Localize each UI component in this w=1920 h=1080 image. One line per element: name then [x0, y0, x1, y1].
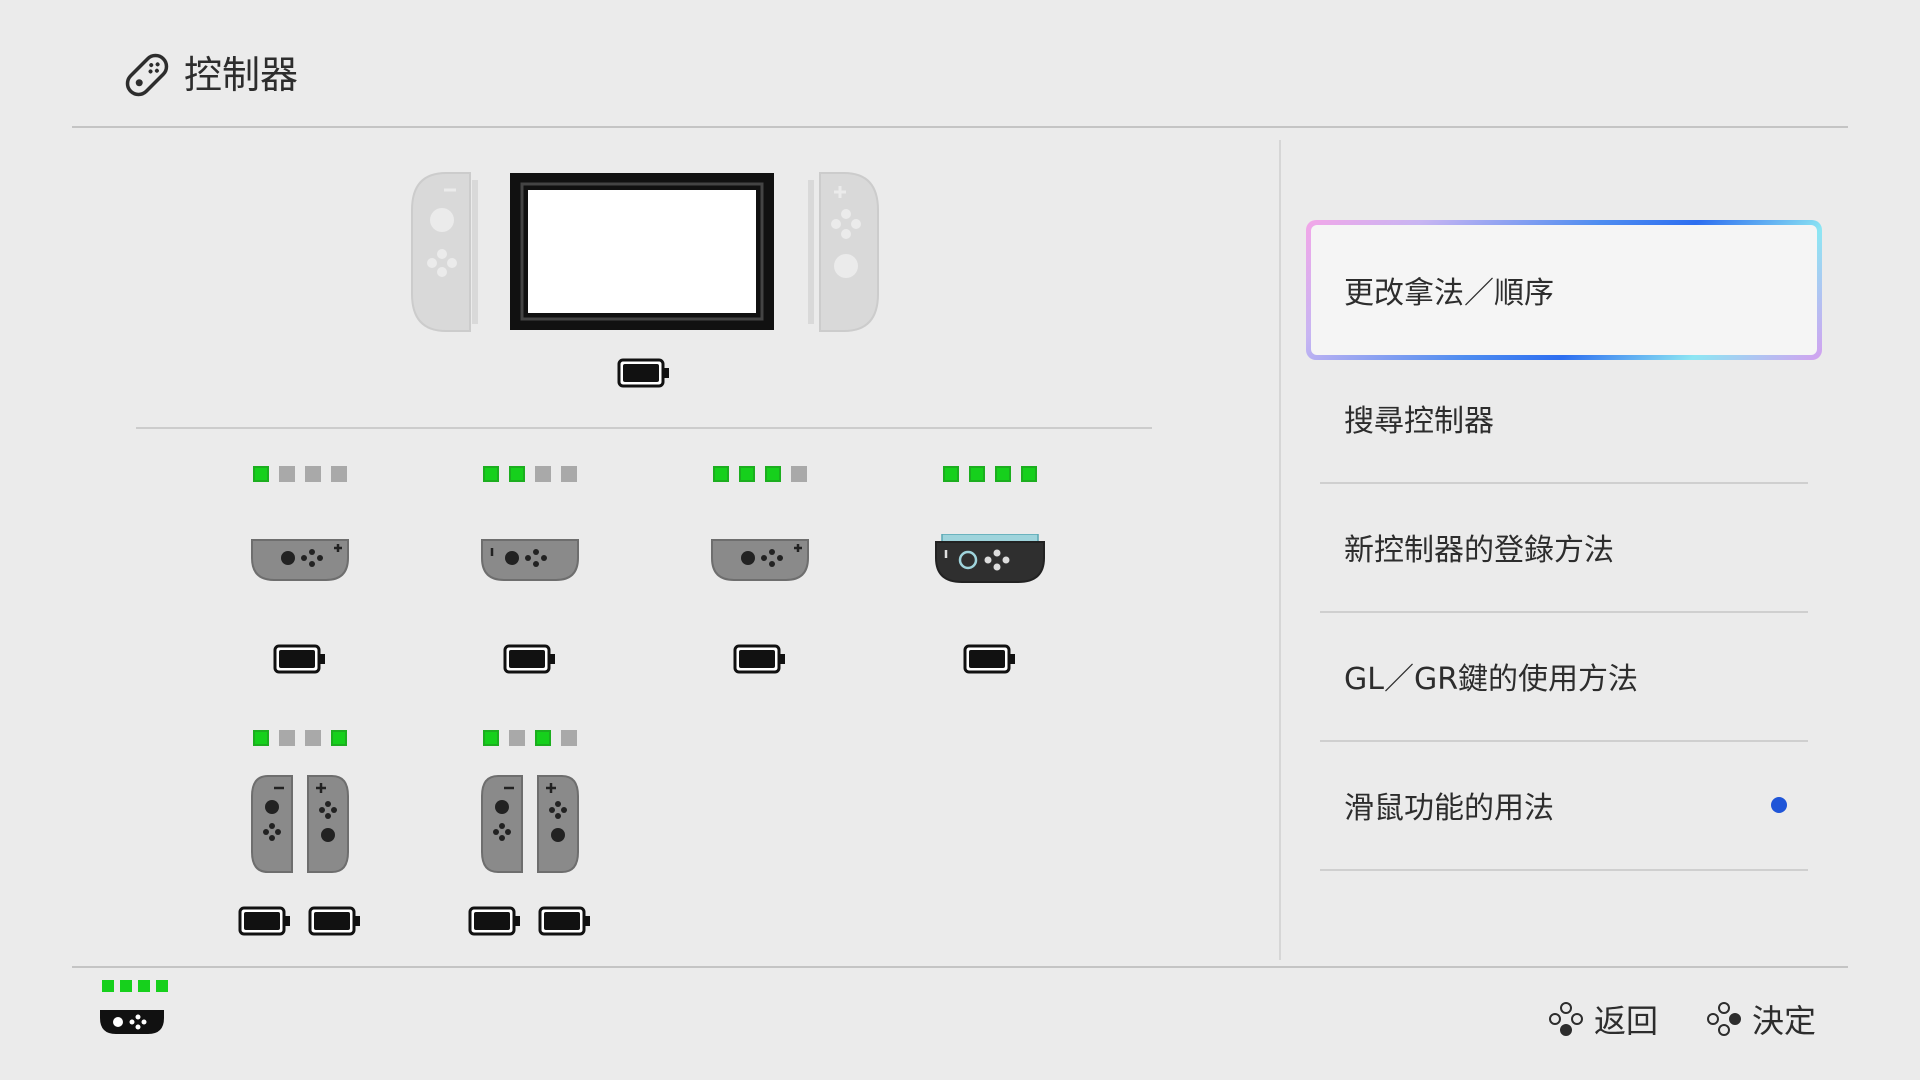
menu-item-label: 新控制器的登錄方法 [1344, 533, 1614, 568]
back-label: 返回 [1594, 1002, 1659, 1040]
menu-item-label: 滑鼠功能的用法 [1344, 791, 1554, 826]
battery-icon [238, 906, 292, 936]
menu-item-search-controllers[interactable]: 搜尋控制器 [1320, 354, 1808, 482]
footer-divider [72, 966, 1848, 968]
current-controller-leds [102, 980, 168, 992]
player-leds [460, 466, 600, 482]
back-button[interactable]: 返回 [1548, 996, 1658, 1042]
player-slot-1[interactable] [230, 466, 370, 482]
panel-divider [1279, 140, 1281, 960]
menu-item-change-grip-order[interactable]: 更改拿法／順序 [1320, 226, 1808, 354]
battery-icon [538, 906, 592, 936]
joycon-sideways-icon [710, 538, 810, 582]
player-slot-4[interactable] [920, 466, 1060, 482]
console-divider [136, 427, 1152, 429]
menu-item-label: GL／GR鍵的使用方法 [1344, 662, 1639, 697]
battery-icon [308, 906, 362, 936]
player-leds [460, 730, 600, 746]
joycon-pair-icon [250, 774, 350, 874]
joycon-sideways-icon [480, 538, 580, 582]
battery-icon [468, 906, 522, 936]
battery-icon [733, 644, 787, 674]
battery-icon [503, 644, 557, 674]
new-indicator-dot [1771, 797, 1787, 813]
confirm-button[interactable]: 決定 [1706, 996, 1816, 1042]
page-title: 控制器 [184, 53, 299, 97]
controller-icon [125, 53, 169, 97]
a-button-icon [1706, 1001, 1742, 1037]
current-controller-icon [100, 1010, 164, 1034]
player-slot-2[interactable] [460, 466, 600, 482]
player-slot-6[interactable] [460, 730, 600, 746]
menu-item-pair-new-controller[interactable]: 新控制器的登錄方法 [1320, 483, 1808, 611]
menu-item-mouse-functions[interactable]: 滑鼠功能的用法 [1320, 741, 1808, 869]
console-battery-icon [617, 358, 671, 388]
confirm-label: 決定 [1752, 1002, 1817, 1040]
player-slot-3[interactable] [690, 466, 830, 482]
menu-item-label: 搜尋控制器 [1344, 404, 1494, 439]
menu-item-label: 更改拿法／順序 [1344, 276, 1554, 311]
player-leds [920, 466, 1060, 482]
menu-item-gl-gr-buttons[interactable]: GL／GR鍵的使用方法 [1320, 612, 1808, 740]
battery-icon [273, 644, 327, 674]
switch-console-icon [411, 172, 879, 332]
battery-icon [963, 644, 1017, 674]
player-slot-5[interactable] [230, 730, 370, 746]
player-leds [230, 466, 370, 482]
joycon-sideways-icon [934, 534, 1046, 584]
header-divider [72, 126, 1848, 128]
menu-separator [1320, 869, 1808, 871]
b-button-icon [1548, 1001, 1584, 1037]
player-leds [690, 466, 830, 482]
player-leds [230, 730, 370, 746]
joycon-pair-icon [480, 774, 580, 874]
joycon-sideways-icon [250, 538, 350, 582]
